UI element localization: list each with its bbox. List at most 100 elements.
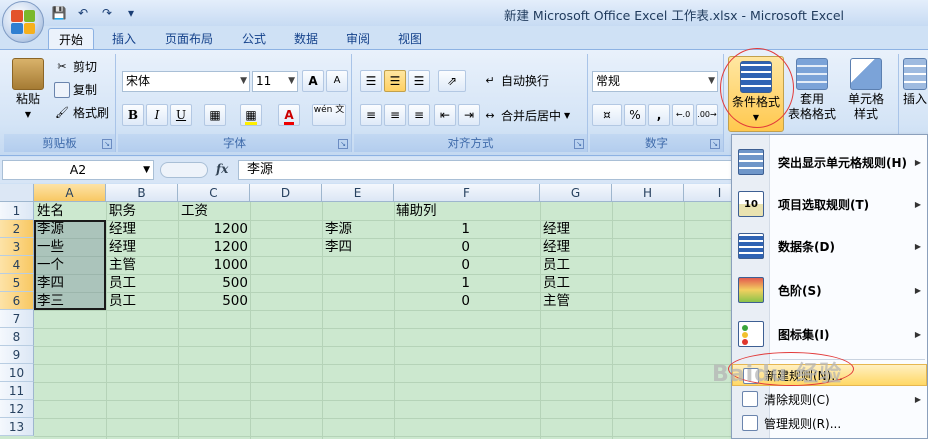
dialog-launcher-icon[interactable]: ↘ bbox=[710, 139, 720, 149]
cell-styles-button[interactable]: 单元格 样式 bbox=[840, 58, 892, 122]
menu-item-color-scales[interactable]: 色阶(S) ▶ bbox=[732, 271, 927, 309]
bold-button[interactable]: B bbox=[122, 104, 144, 126]
increase-indent-button[interactable]: ⇥ bbox=[458, 104, 480, 126]
tab-view[interactable]: 视图 bbox=[390, 28, 430, 50]
row-header-13[interactable]: 13 bbox=[0, 418, 34, 436]
column-header-e[interactable]: E bbox=[322, 184, 394, 202]
row-header-3[interactable]: 3 bbox=[0, 238, 34, 256]
tab-insert[interactable]: 插入 bbox=[104, 28, 144, 50]
menu-item-manage-rules[interactable]: 管理规则(R)... bbox=[732, 412, 927, 434]
copy-button[interactable]: 复制 bbox=[54, 81, 97, 98]
cell-g2[interactable]: 经理 bbox=[541, 220, 572, 238]
cell-c5[interactable]: 500 bbox=[178, 274, 250, 292]
row-header-7[interactable]: 7 bbox=[0, 310, 34, 328]
cell-c1[interactable]: 工资 bbox=[179, 202, 210, 220]
insert-cells-button[interactable]: 插入 bbox=[901, 58, 928, 107]
name-box[interactable]: A2 ▼ bbox=[2, 160, 154, 180]
cell-e3[interactable]: 李四 bbox=[323, 238, 354, 256]
borders-button[interactable]: ▦ bbox=[204, 104, 226, 126]
tab-page-layout[interactable]: 页面布局 bbox=[156, 28, 222, 50]
row-header-2[interactable]: 2 bbox=[0, 220, 34, 238]
row-header-4[interactable]: 4 bbox=[0, 256, 34, 274]
menu-item-clear-rules[interactable]: 清除规则(C) ▶ bbox=[732, 388, 927, 410]
row-header-8[interactable]: 8 bbox=[0, 328, 34, 346]
cell-b4[interactable]: 主管 bbox=[107, 256, 138, 274]
cell-b2[interactable]: 经理 bbox=[107, 220, 138, 238]
decrease-decimal-button[interactable]: .00→ bbox=[696, 104, 718, 126]
cell-a1[interactable]: 姓名 bbox=[35, 202, 66, 220]
column-header-c[interactable]: C bbox=[178, 184, 250, 202]
cell-g5[interactable]: 员工 bbox=[541, 274, 572, 292]
column-header-b[interactable]: B bbox=[106, 184, 178, 202]
align-right-button[interactable]: ≡ bbox=[408, 104, 430, 126]
align-center-button[interactable]: ≡ bbox=[384, 104, 406, 126]
merge-center-button[interactable]: ↔ 合并后居中 ▼ bbox=[482, 107, 570, 124]
fill-color-button[interactable]: ▦ bbox=[240, 104, 262, 126]
office-button[interactable] bbox=[2, 1, 44, 43]
number-format-select[interactable]: 常规 ▼ bbox=[592, 71, 718, 92]
column-header-d[interactable]: D bbox=[250, 184, 322, 202]
select-all-corner[interactable] bbox=[0, 184, 34, 202]
cell-a2[interactable]: 李源 bbox=[35, 220, 66, 238]
comma-button[interactable]: , bbox=[648, 104, 670, 126]
cell-g6[interactable]: 主管 bbox=[541, 292, 572, 310]
align-middle-button[interactable]: ☰ bbox=[384, 70, 406, 92]
cell-a6[interactable]: 李三 bbox=[35, 292, 66, 310]
row-header-1[interactable]: 1 bbox=[0, 202, 34, 220]
underline-button[interactable]: U bbox=[170, 104, 192, 126]
align-top-button[interactable]: ☰ bbox=[360, 70, 382, 92]
percent-button[interactable]: % bbox=[624, 104, 646, 126]
font-size-select[interactable]: 11 ▼ bbox=[252, 71, 298, 92]
paste-button[interactable]: 粘贴 ▼ bbox=[8, 58, 48, 122]
grow-font-button[interactable]: A bbox=[302, 70, 324, 92]
cell-c4[interactable]: 1000 bbox=[178, 256, 250, 274]
format-painter-button[interactable]: 🖌 格式刷 bbox=[54, 104, 109, 121]
cell-f6[interactable]: 0 bbox=[394, 292, 472, 310]
decrease-indent-button[interactable]: ⇤ bbox=[434, 104, 456, 126]
cell-a4[interactable]: 一个 bbox=[35, 256, 66, 274]
shrink-font-button[interactable]: A bbox=[326, 70, 348, 92]
row-header-12[interactable]: 12 bbox=[0, 400, 34, 418]
cell-f1[interactable]: 辅助列 bbox=[394, 202, 439, 220]
menu-item-icon-sets[interactable]: 图标集(I) ▶ bbox=[732, 315, 927, 353]
font-color-button[interactable]: A bbox=[278, 104, 300, 126]
phonetic-button[interactable]: wén 文 bbox=[312, 104, 346, 126]
tab-review[interactable]: 审阅 bbox=[338, 28, 378, 50]
tab-data[interactable]: 数据 bbox=[286, 28, 326, 50]
cell-b3[interactable]: 经理 bbox=[107, 238, 138, 256]
column-header-h[interactable]: H bbox=[612, 184, 684, 202]
row-header-6[interactable]: 6 bbox=[0, 292, 34, 310]
menu-item-highlight-rules[interactable]: 突出显示单元格规则(H) ▶ bbox=[732, 143, 927, 181]
cell-f5[interactable]: 1 bbox=[394, 274, 472, 292]
column-header-f[interactable]: F bbox=[394, 184, 540, 202]
cell-c3[interactable]: 1200 bbox=[178, 238, 250, 256]
insert-function-icon[interactable]: fx bbox=[216, 162, 228, 176]
font-name-select[interactable]: 宋体 ▼ bbox=[122, 71, 250, 92]
dialog-launcher-icon[interactable]: ↘ bbox=[102, 139, 112, 149]
italic-button[interactable]: I bbox=[146, 104, 168, 126]
row-header-11[interactable]: 11 bbox=[0, 382, 34, 400]
row-header-9[interactable]: 9 bbox=[0, 346, 34, 364]
cell-c6[interactable]: 500 bbox=[178, 292, 250, 310]
orientation-button[interactable]: ⇗ bbox=[438, 70, 466, 92]
row-header-10[interactable]: 10 bbox=[0, 364, 34, 382]
cell-a5[interactable]: 李四 bbox=[35, 274, 66, 292]
increase-decimal-button[interactable]: ←.0 bbox=[672, 104, 694, 126]
cell-b6[interactable]: 员工 bbox=[107, 292, 138, 310]
accounting-format-button[interactable]: ¤ bbox=[592, 104, 622, 126]
column-header-g[interactable]: G bbox=[540, 184, 612, 202]
row-header-5[interactable]: 5 bbox=[0, 274, 34, 292]
wrap-text-button[interactable]: ↵ 自动换行 bbox=[482, 72, 549, 89]
formula-bar-expander[interactable] bbox=[160, 162, 208, 178]
align-left-button[interactable]: ≡ bbox=[360, 104, 382, 126]
cell-g3[interactable]: 经理 bbox=[541, 238, 572, 256]
cut-button[interactable]: ✂ 剪切 bbox=[54, 58, 97, 75]
cell-f4[interactable]: 0 bbox=[394, 256, 472, 274]
dialog-launcher-icon[interactable]: ↘ bbox=[574, 139, 584, 149]
menu-item-top-bottom-rules[interactable]: 10 项目选取规则(T) ▶ bbox=[732, 185, 927, 223]
menu-item-data-bars[interactable]: 数据条(D) ▶ bbox=[732, 227, 927, 265]
cell-f3[interactable]: 0 bbox=[394, 238, 472, 256]
cell-c2[interactable]: 1200 bbox=[178, 220, 250, 238]
tab-formulas[interactable]: 公式 bbox=[234, 28, 274, 50]
tab-home[interactable]: 开始 bbox=[48, 28, 94, 50]
